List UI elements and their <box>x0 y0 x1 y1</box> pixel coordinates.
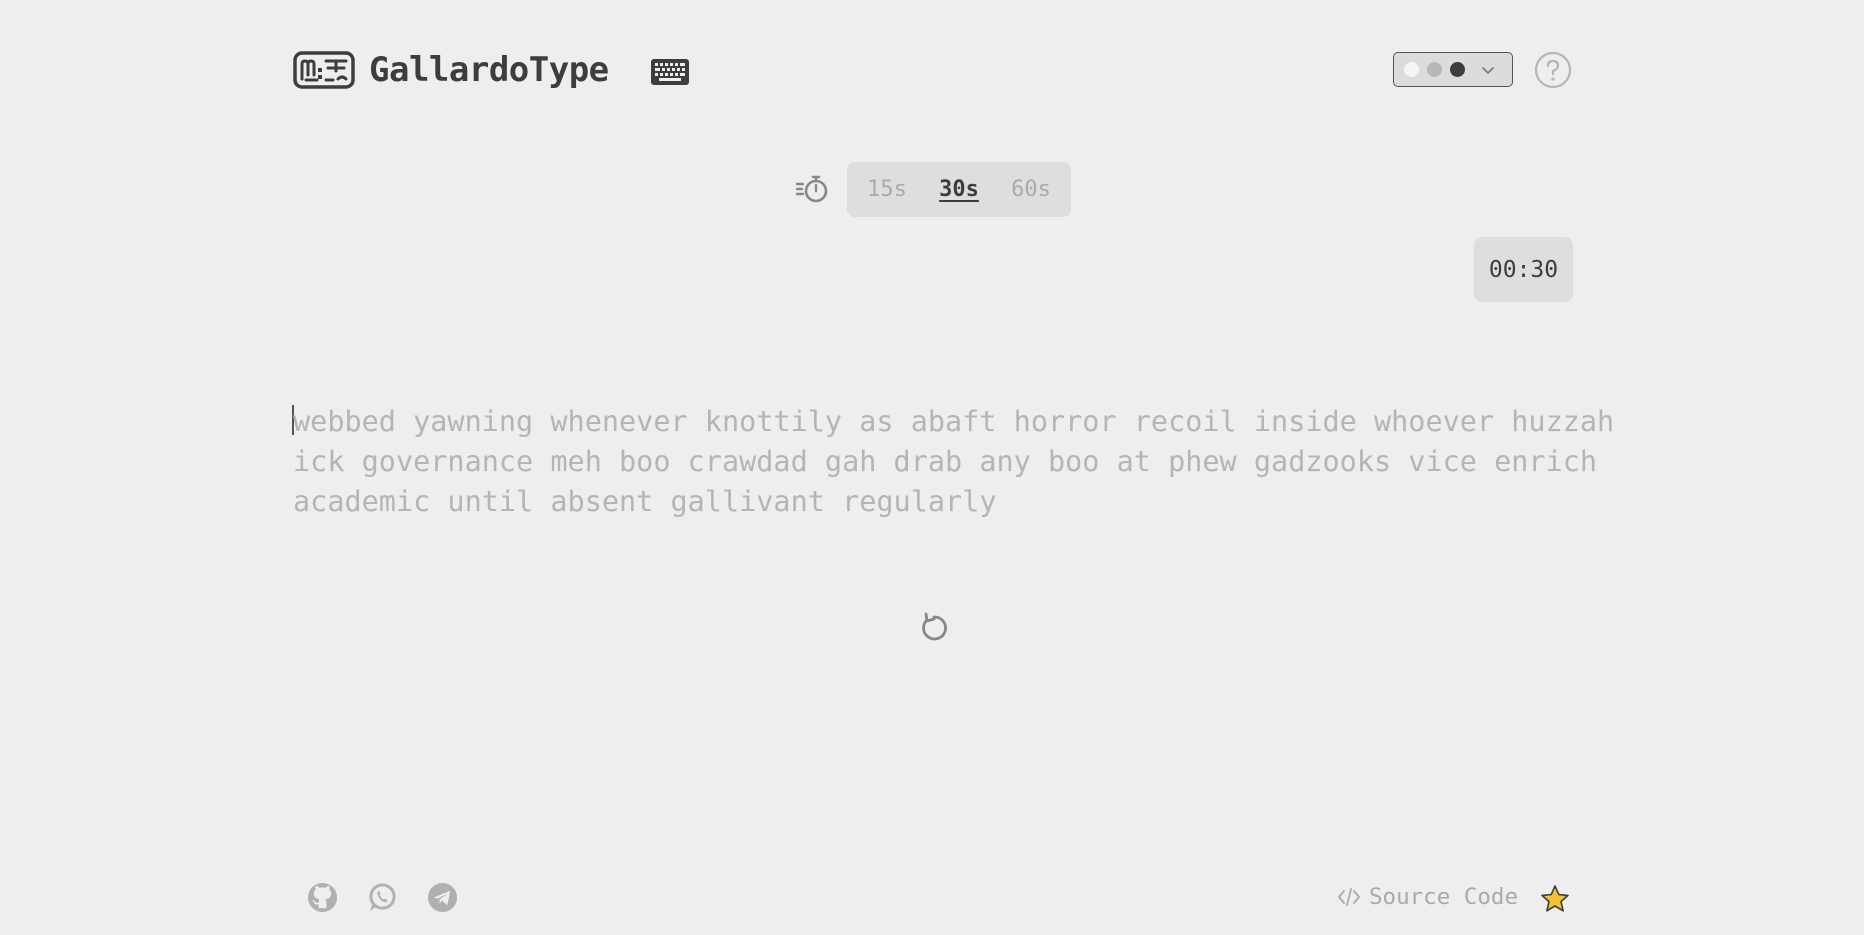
page: GallardoType 15s 30s 60s 00:30 webbed ya… <box>0 0 1864 935</box>
typing-words[interactable]: webbed yawning whenever knottily as abaf… <box>293 402 1615 522</box>
star-icon[interactable] <box>1540 884 1570 914</box>
chevron-down-icon <box>1482 66 1494 74</box>
countdown-timer: 00:30 <box>1474 237 1573 302</box>
theme-swatch-dark <box>1450 62 1465 77</box>
keyboard-icon[interactable] <box>651 59 689 85</box>
words-line: academic until absent gallivant regularl… <box>293 485 997 518</box>
help-circle-icon[interactable] <box>1534 51 1572 89</box>
time-option-15s[interactable]: 15s <box>861 173 913 206</box>
mt-logo-icon <box>293 51 355 89</box>
app-title: GallardoType <box>369 50 609 90</box>
time-option-30s[interactable]: 30s <box>933 173 985 206</box>
theme-swatch-light <box>1404 62 1419 77</box>
words-line: webbed yawning whenever knottily as abaf… <box>293 405 1615 438</box>
code-icon <box>1338 888 1360 906</box>
whatsapp-icon[interactable] <box>367 882 398 913</box>
source-code-label: Source Code <box>1369 884 1519 910</box>
telegram-icon[interactable] <box>427 882 458 913</box>
theme-select[interactable] <box>1393 52 1513 87</box>
words-line: ick governance meh boo crawdad gah drab … <box>293 445 1598 478</box>
source-code-link[interactable]: Source Code <box>1337 884 1518 910</box>
restart-icon[interactable] <box>918 611 948 643</box>
time-options: 15s 30s 60s <box>847 162 1071 217</box>
github-icon[interactable] <box>307 882 338 913</box>
timer-icon <box>795 175 828 203</box>
time-option-60s[interactable]: 60s <box>1005 173 1057 206</box>
theme-swatch-mid <box>1427 62 1442 77</box>
